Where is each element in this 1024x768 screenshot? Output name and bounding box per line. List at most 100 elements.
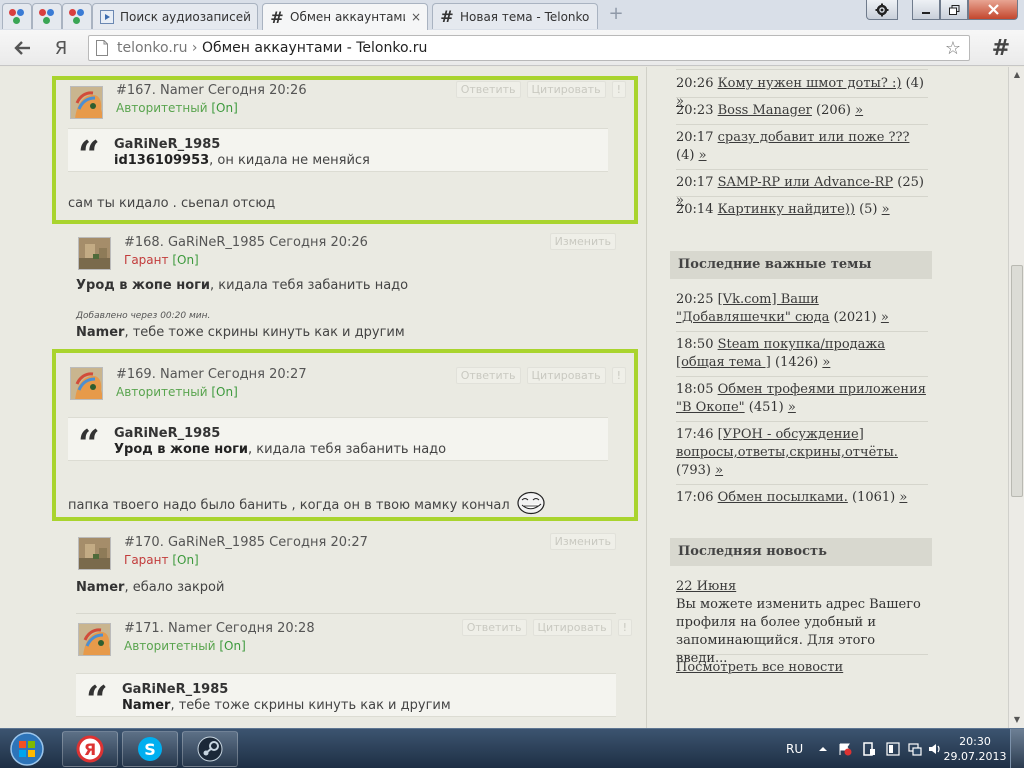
report-button[interactable]: !	[617, 619, 632, 636]
avatar[interactable]	[78, 537, 111, 570]
post-time: Сегодня 20:27	[207, 367, 307, 382]
important-topic: 18:50 Steam покупка/продажа [общая тема …	[676, 336, 928, 372]
quote-button[interactable]: Цитировать	[532, 619, 612, 636]
hash-menu-button[interactable]: #	[986, 36, 1016, 61]
scroll-down-icon[interactable]: ▼	[1009, 712, 1024, 728]
pinned-tab-3[interactable]	[62, 3, 92, 29]
post-actions: Ответить Цитировать !	[461, 619, 632, 636]
bookmark-star-icon[interactable]: ☆	[945, 38, 961, 59]
topic-link[interactable]: SAMP-RP или Advance-RP	[718, 175, 894, 190]
windows-start-icon	[10, 732, 44, 766]
restore-button[interactable]	[940, 0, 968, 20]
post-author[interactable]: Namer	[160, 83, 204, 98]
user-rank: Авторитетный [On]	[124, 639, 246, 653]
post-separator	[76, 613, 616, 614]
post-169: #169. Namer Сегодня 20:27 Авторитетный […	[52, 349, 638, 521]
topic-link[interactable]: Boss Manager	[718, 103, 812, 118]
clock[interactable]: 20:30 29.07.2013	[944, 729, 1007, 768]
edit-button[interactable]: Изменить	[549, 233, 616, 250]
sidebar-separator	[676, 124, 928, 125]
post-actions: Изменить	[549, 533, 616, 550]
browser-menu-button[interactable]	[866, 0, 898, 20]
tab-audio-search[interactable]: Поиск аудиозаписей	[92, 3, 258, 29]
reply-button[interactable]: Ответить	[461, 619, 527, 636]
topic-link[interactable]: Картинку найдите))	[718, 202, 855, 217]
topic-last-post-link[interactable]: »	[822, 355, 830, 370]
post-text-bold: Урод в жопе ноги	[76, 278, 211, 293]
reply-button[interactable]: Ответить	[455, 367, 521, 384]
scrollbar-thumb[interactable]	[1011, 265, 1023, 497]
clock-time: 20:30	[959, 735, 991, 748]
topic-last-post-link[interactable]: »	[855, 103, 863, 118]
report-button[interactable]: !	[611, 81, 626, 98]
show-desktop-button[interactable]	[1010, 729, 1024, 768]
topic-link[interactable]: Кому нужен шмот доты? :)	[718, 76, 902, 91]
rank-label: Авторитетный	[124, 639, 216, 653]
topic-last-post-link[interactable]: »	[788, 400, 796, 415]
close-window-button[interactable]	[968, 0, 1018, 20]
quote-rest: , кидала тебя забанить надо	[248, 442, 447, 457]
post-text-rest: , кидала тебя забанить надо	[210, 278, 409, 293]
sidebar-separator	[676, 376, 928, 377]
post-171: #171. Namer Сегодня 20:28 Авторитетный […	[60, 613, 640, 728]
sidebar-separator	[676, 654, 928, 655]
start-button[interactable]	[4, 730, 50, 768]
device-icon[interactable]	[862, 729, 876, 768]
topic-last-post-link[interactable]: »	[882, 202, 890, 217]
sidebar-separator	[676, 97, 928, 98]
topic-last-post-link[interactable]: »	[881, 310, 889, 325]
network-icon[interactable]	[908, 729, 922, 768]
post-author[interactable]: GaRiNeR_1985	[168, 235, 265, 250]
quote-mark-icon: “	[86, 677, 108, 722]
edit-button[interactable]: Изменить	[549, 533, 616, 550]
topic-link[interactable]: Обмен трофеями приложения "В Окопе"	[676, 382, 926, 415]
tab-new-topic[interactable]: # Новая тема - Telonko	[432, 3, 598, 29]
avatar[interactable]	[78, 623, 111, 656]
vertical-scrollbar[interactable]: ▲ ▼	[1008, 67, 1024, 728]
rank-label: Гарант	[124, 253, 169, 267]
post-header: #168. GaRiNeR_1985 Сегодня 20:26	[124, 235, 368, 250]
taskbar-yandex-browser[interactable]: Я	[62, 731, 118, 767]
new-tab-button[interactable]: +	[606, 5, 626, 24]
post-author[interactable]: GaRiNeR_1985	[168, 535, 265, 550]
avatar[interactable]	[70, 367, 103, 400]
avatar[interactable]	[78, 237, 111, 270]
quote-button[interactable]: Цитировать	[526, 367, 606, 384]
quote-button[interactable]: Цитировать	[526, 81, 606, 98]
taskbar-steam[interactable]	[182, 731, 238, 767]
quote-block: “ GaRiNeR_1985 Namer, тебе тоже скрины к…	[76, 673, 616, 722]
rank-label: Гарант	[124, 553, 169, 567]
scroll-up-icon[interactable]: ▲	[1009, 67, 1024, 83]
topic-link[interactable]: сразу добавит или поже ???	[718, 130, 910, 145]
reply-button[interactable]: Ответить	[455, 81, 521, 98]
back-button[interactable]	[8, 36, 36, 60]
pinned-tab-1[interactable]	[2, 3, 32, 29]
pinned-tab-2[interactable]	[32, 3, 62, 29]
volume-icon[interactable]	[928, 729, 942, 768]
tab-close-icon[interactable]: ×	[405, 10, 421, 24]
tab-account-exchange[interactable]: # Обмен аккаунтами - ×	[262, 3, 428, 30]
all-news: Посмотреть все новости	[676, 659, 928, 677]
action-center-icon[interactable]	[838, 729, 852, 768]
skype-icon: S	[138, 737, 162, 761]
tray-expand-icon[interactable]	[818, 729, 828, 768]
yandex-button[interactable]: Я	[48, 36, 74, 60]
flag-icon[interactable]	[886, 729, 900, 768]
topic-last-post-link[interactable]: »	[715, 463, 723, 478]
topic-link[interactable]: Обмен посылками.	[718, 490, 848, 505]
all-news-link[interactable]: Посмотреть все новости	[676, 660, 843, 675]
post-time: Сегодня 20:27	[269, 535, 368, 550]
report-button[interactable]: !	[611, 367, 626, 384]
post-number: #171.	[124, 621, 164, 636]
avatar[interactable]	[70, 86, 103, 119]
minimize-button[interactable]	[912, 0, 940, 20]
language-indicator[interactable]: RU	[786, 729, 803, 768]
taskbar-skype[interactable]: S	[122, 731, 178, 767]
address-bar[interactable]: telonko.ru › Обмен аккаунтами - Telonko.…	[88, 35, 970, 61]
post-author[interactable]: Namer	[168, 621, 212, 636]
post-author[interactable]: Namer	[160, 367, 204, 382]
topic-time: 20:17	[676, 130, 714, 145]
news-date-link[interactable]: 22 Июня	[676, 579, 736, 594]
topic-last-post-link[interactable]: »	[699, 148, 707, 163]
topic-last-post-link[interactable]: »	[899, 490, 907, 505]
